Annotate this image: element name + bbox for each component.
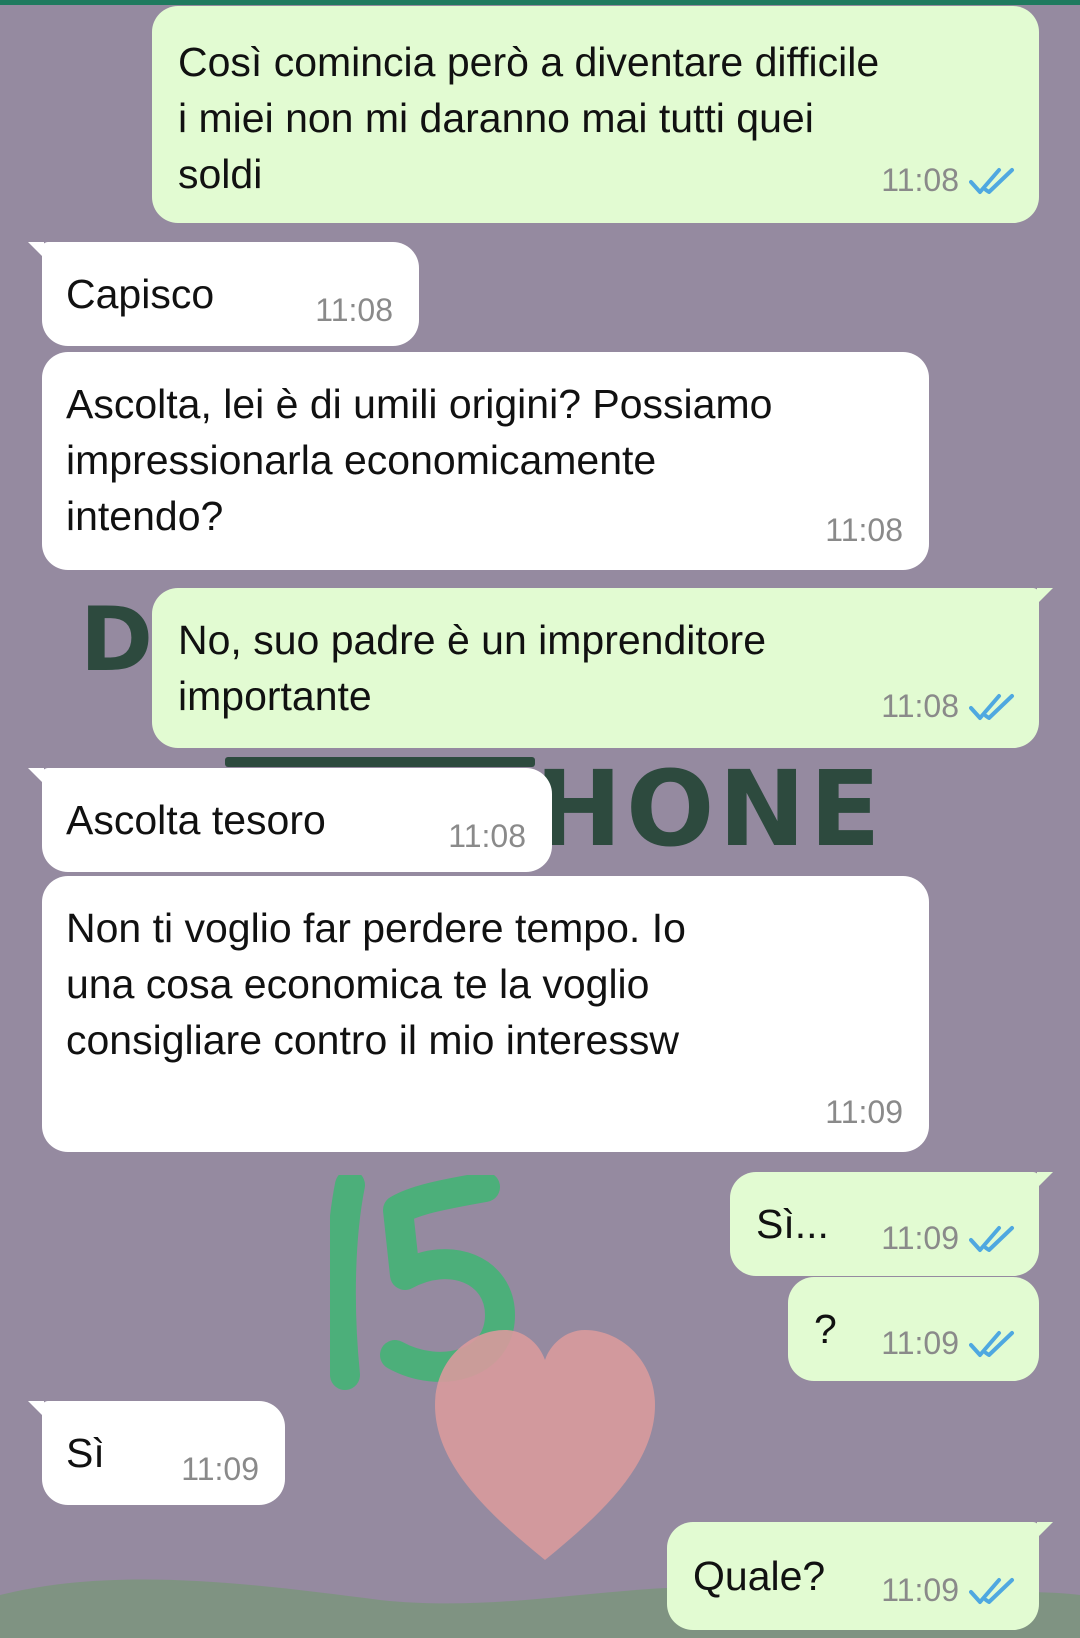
message-time: 11:09 [881, 1572, 959, 1608]
message-line: consigliare contro il mio interessw [66, 1017, 679, 1063]
message-line: Non ti voglio far perdere tempo. Io [66, 905, 686, 951]
outgoing-message-bubble[interactable]: Così comincia però a diventare difficile… [152, 6, 1039, 223]
message-time: 11:08 [825, 512, 903, 548]
message-line: intendo? [66, 493, 224, 539]
double-check-icon [969, 1224, 1015, 1254]
message-meta: 11:08 [881, 688, 1015, 725]
double-check-icon [969, 1329, 1015, 1359]
message-line: Quale? [693, 1553, 826, 1599]
wallpaper-word: HONE [535, 748, 885, 870]
double-check-icon [969, 166, 1015, 196]
outgoing-message-bubble[interactable]: No, suo padre è un imprenditore important… [152, 588, 1053, 748]
message-line: ? [814, 1306, 837, 1352]
incoming-message-bubble[interactable]: Capisco 11:08 [28, 242, 419, 346]
message-line: una cosa economica te la voglio [66, 961, 650, 1007]
outgoing-message-bubble[interactable]: Quale? 11:09 [667, 1522, 1053, 1630]
message-text: Così comincia però a diventare difficile… [178, 34, 879, 202]
message-time: 11:09 [881, 1325, 959, 1361]
message-meta: 11:09 [825, 1094, 903, 1131]
message-time: 11:08 [881, 688, 959, 724]
message-text: ? [814, 1301, 837, 1357]
message-line: Così comincia però a diventare difficile [178, 39, 880, 85]
message-line: i miei non mi daranno mai tutti quei [178, 95, 814, 141]
message-meta: 11:08 [315, 292, 393, 329]
message-text: Sì... [756, 1196, 829, 1252]
message-text: Non ti voglio far perdere tempo. Io una c… [66, 900, 686, 1068]
wallpaper-letter: D [80, 588, 154, 691]
message-text: Capisco [66, 266, 214, 322]
message-time: 11:09 [881, 1220, 959, 1256]
bubble-tail [1037, 588, 1053, 604]
bubble-tail [28, 1401, 44, 1417]
bubble-tail [28, 768, 44, 784]
message-text: Quale? [693, 1548, 825, 1604]
incoming-message-bubble[interactable]: Ascolta tesoro 11:08 [28, 768, 552, 872]
message-time: 11:08 [315, 292, 393, 328]
message-line: Capisco [66, 271, 215, 317]
double-check-icon [969, 1576, 1015, 1606]
message-line: Ascolta tesoro [66, 797, 326, 843]
message-meta: 11:08 [881, 162, 1015, 199]
message-meta: 11:09 [881, 1220, 1015, 1257]
message-text: Sì [66, 1425, 105, 1481]
message-meta: 11:09 [881, 1572, 1015, 1609]
wallpaper-stroke [225, 757, 535, 767]
outgoing-message-bubble[interactable]: Sì... 11:09 [730, 1172, 1053, 1276]
message-time: 11:08 [881, 162, 959, 198]
double-check-icon [969, 692, 1015, 722]
header-edge [0, 0, 1080, 5]
message-line: Sì... [756, 1201, 829, 1247]
incoming-message-bubble[interactable]: Ascolta, lei è di umili origini? Possiam… [42, 352, 929, 570]
message-line: No, suo padre è un imprenditore [178, 617, 767, 663]
message-line: impressionarla economicamente [66, 437, 657, 483]
bubble-tail [28, 242, 44, 258]
incoming-message-bubble[interactable]: Sì 11:09 [28, 1401, 285, 1505]
message-line: Ascolta, lei è di umili origini? Possiam… [66, 381, 773, 427]
message-text: Ascolta tesoro [66, 792, 326, 848]
message-time: 11:08 [448, 818, 526, 854]
wallpaper-sticker [330, 1175, 515, 1390]
message-line: importante [178, 673, 372, 719]
message-meta: 11:09 [881, 1325, 1015, 1362]
message-meta: 11:09 [181, 1451, 259, 1488]
message-time: 11:09 [181, 1451, 259, 1487]
message-line: Sì [66, 1430, 105, 1476]
message-meta: 11:08 [825, 512, 903, 549]
message-line: soldi [178, 151, 263, 197]
message-time: 11:09 [825, 1094, 903, 1130]
outgoing-message-bubble[interactable]: ? 11:09 [788, 1277, 1039, 1381]
wallpaper-heart [435, 1330, 655, 1560]
message-meta: 11:08 [448, 818, 526, 855]
bubble-tail [1037, 1522, 1053, 1538]
incoming-message-bubble[interactable]: Non ti voglio far perdere tempo. Io una c… [42, 876, 929, 1152]
message-text: No, suo padre è un imprenditore important… [178, 612, 766, 724]
bubble-tail [1037, 1172, 1053, 1188]
message-text: Ascolta, lei è di umili origini? Possiam… [66, 376, 772, 544]
